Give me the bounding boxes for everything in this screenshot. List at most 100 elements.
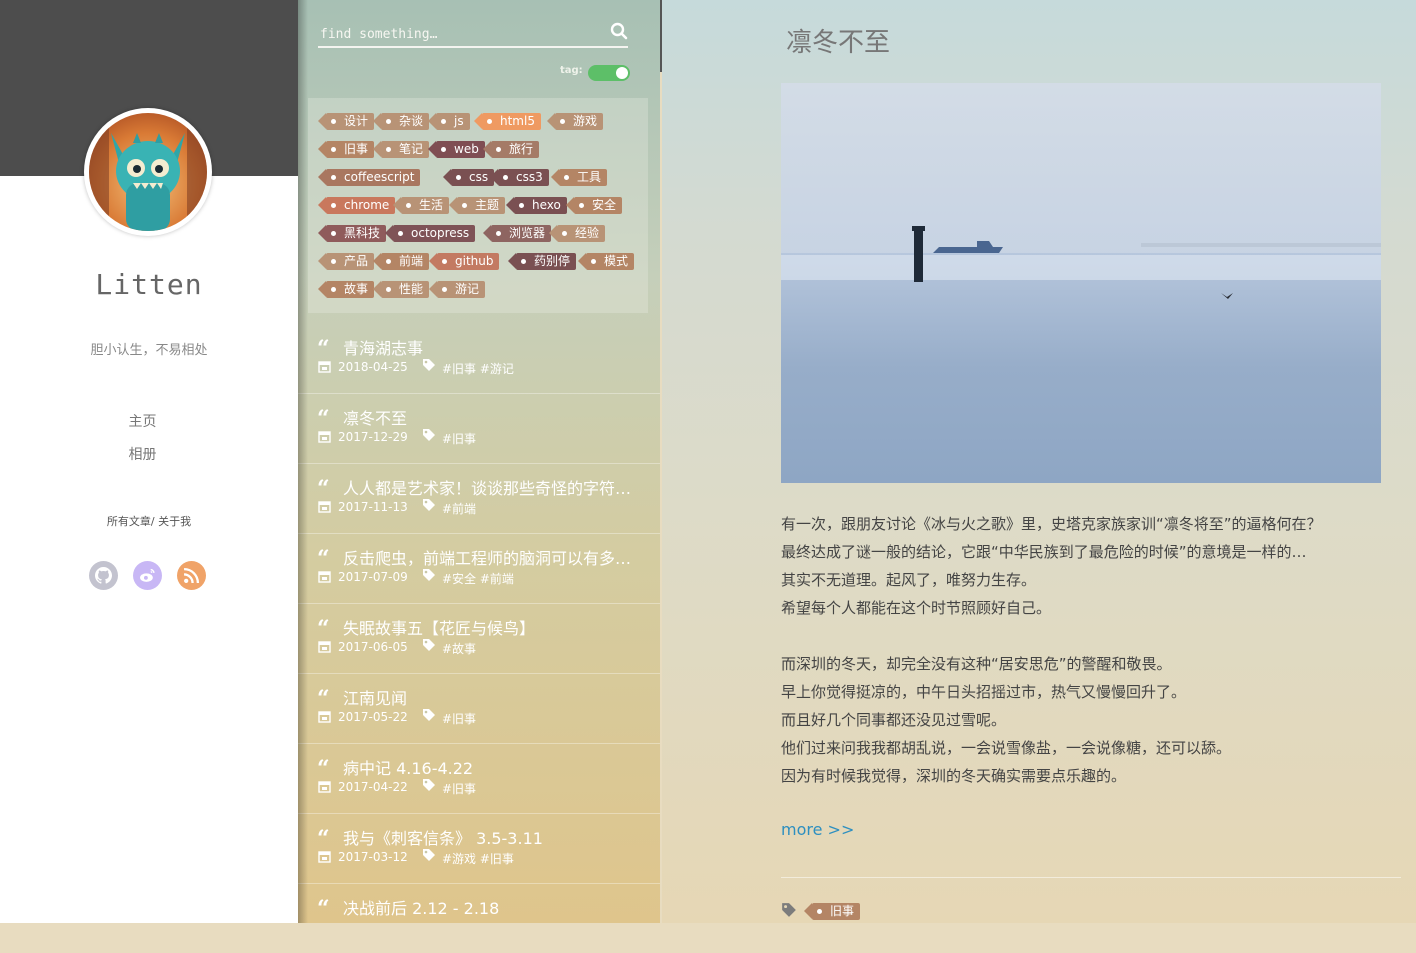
tag-chip[interactable]: 性能 bbox=[372, 281, 430, 298]
sidebar-shadow bbox=[298, 0, 308, 923]
tag-chip[interactable]: 故事 bbox=[317, 281, 375, 298]
all-posts-about-links[interactable]: 所有文章/ 关于我 bbox=[0, 513, 298, 529]
tag-icon bbox=[423, 639, 435, 651]
post-list-panel: tag: 设计 杂谈 js html5 游戏 旧事 笔记 web 旅行 coff… bbox=[298, 0, 660, 923]
post-item[interactable]: “ 江南见闻 2017-05-22 #旧事 bbox=[298, 674, 660, 744]
post-tags[interactable]: #游戏 #旧事 bbox=[442, 850, 514, 867]
tag-chip[interactable]: html5 bbox=[474, 113, 541, 130]
tag-chip[interactable]: github bbox=[428, 253, 500, 270]
post-item[interactable]: “ 人人都是艺术家！谈谈那些奇怪的字符… 2017-11-13 #前端 bbox=[298, 464, 660, 534]
tag-chip[interactable]: 杂谈 bbox=[372, 113, 430, 130]
tag-chip[interactable]: 旅行 bbox=[482, 141, 540, 158]
tag-chip[interactable]: 生活 bbox=[392, 197, 450, 214]
post-tags[interactable]: #旧事 bbox=[442, 710, 476, 727]
post-date: 2017-03-12 bbox=[338, 850, 408, 864]
tag-chip[interactable]: 浏览器 bbox=[482, 225, 552, 242]
tag-chip[interactable]: 药别停 bbox=[507, 253, 577, 270]
post-tags[interactable]: #前端 bbox=[442, 500, 476, 517]
post-item[interactable]: “ 凛冬不至 2017-12-29 #旧事 bbox=[298, 394, 660, 464]
tag-chip[interactable]: 主题 bbox=[448, 197, 506, 214]
tag-icon bbox=[423, 779, 435, 791]
tag-chip[interactable]: web bbox=[428, 141, 485, 158]
read-more-link[interactable]: more >> bbox=[781, 820, 854, 839]
tag-chip[interactable]: 模式 bbox=[577, 253, 635, 270]
tag-toggle-label: tag: bbox=[560, 65, 583, 76]
article-line: 早上你觉得挺凉的，中午日头招摇过市，热气又慢慢回升了。 bbox=[781, 683, 1187, 701]
post-tags[interactable]: #故事 bbox=[442, 640, 476, 657]
calendar-icon bbox=[318, 711, 331, 723]
article-line: 他们过来问我我都胡乱说，一会说雪像盐，一会说像糖，还可以舔。 bbox=[781, 739, 1232, 757]
tag-icon bbox=[423, 849, 435, 861]
article-tag-chip[interactable]: 旧事 bbox=[803, 903, 861, 920]
post-title[interactable]: 凛冬不至 bbox=[343, 405, 635, 429]
quote-icon: “ bbox=[317, 896, 330, 922]
avatar[interactable] bbox=[84, 108, 212, 236]
quote-icon: “ bbox=[317, 686, 330, 712]
quote-icon: “ bbox=[317, 616, 330, 642]
quote-icon: “ bbox=[317, 406, 330, 432]
post-title[interactable]: 江南见闻 bbox=[343, 685, 635, 709]
tag-chip[interactable]: octopress bbox=[384, 225, 476, 242]
nav-home[interactable]: 主页 bbox=[0, 411, 285, 431]
post-item[interactable]: “ 失眠故事五【花匠与候鸟】 2017-06-05 #故事 bbox=[298, 604, 660, 674]
post-title[interactable]: 失眠故事五【花匠与候鸟】 bbox=[343, 615, 635, 639]
calendar-icon bbox=[318, 851, 331, 863]
tag-chip[interactable]: 游记 bbox=[428, 281, 486, 298]
article-line: 有一次，跟朋友讨论《冰与火之歌》里，史塔克家族家训“凛冬将至”的逼格何在？ bbox=[781, 515, 1322, 533]
profile-name: Litten bbox=[95, 268, 203, 301]
post-item[interactable]: “ 病中记 4.16-4.22 2017-04-22 #旧事 bbox=[298, 744, 660, 814]
divider bbox=[781, 877, 1401, 878]
post-tags[interactable]: #旧事 bbox=[442, 430, 476, 447]
article-line: 最终达成了谜一般的结论，它跟“中华民族到了最危险的时候”的意境是一样的… bbox=[781, 543, 1307, 561]
github-icon[interactable] bbox=[89, 561, 118, 590]
article-cover-image[interactable] bbox=[781, 83, 1381, 483]
post-title[interactable]: 决战前后 2.12 - 2.18 bbox=[343, 895, 635, 919]
nav-album[interactable]: 相册 bbox=[0, 444, 285, 464]
post-item[interactable]: “ 青海湖志事 2018-04-25 #旧事 #游记 bbox=[298, 324, 660, 394]
tag-chip[interactable]: 笔记 bbox=[372, 141, 430, 158]
post-title[interactable]: 青海湖志事 bbox=[343, 335, 635, 359]
post-item[interactable]: “ 反击爬虫，前端工程师的脑洞可以有多… 2017-07-09 #安全 #前端 bbox=[298, 534, 660, 604]
article-title[interactable]: 凛冬不至 bbox=[786, 22, 890, 59]
tag-chip[interactable]: css3 bbox=[490, 169, 549, 186]
tag-chip[interactable]: js bbox=[428, 113, 470, 130]
post-tags[interactable]: #安全 #前端 bbox=[442, 570, 514, 587]
post-item[interactable]: “ 我与《刺客信条》 3.5-3.11 2017-03-12 #游戏 #旧事 bbox=[298, 814, 660, 884]
tag-chip[interactable]: css bbox=[442, 169, 495, 186]
tag-chip[interactable]: 工具 bbox=[550, 169, 608, 186]
post-date: 2018-04-25 bbox=[338, 360, 408, 374]
quote-icon: “ bbox=[317, 756, 330, 782]
profile-sidebar: Litten 胆小认生，不易相处 主页 相册 所有文章/ 关于我 bbox=[0, 0, 298, 923]
post-tags[interactable]: #旧事 #游记 bbox=[442, 360, 514, 377]
search-input[interactable] bbox=[318, 22, 602, 46]
post-date: 2017-11-13 bbox=[338, 500, 408, 514]
post-title[interactable]: 人人都是艺术家！谈谈那些奇怪的字符… bbox=[343, 475, 635, 499]
tag-chip[interactable]: hexo bbox=[506, 197, 567, 214]
quote-icon: “ bbox=[317, 546, 330, 572]
search-icon[interactable] bbox=[610, 22, 628, 44]
tag-chip[interactable]: 设计 bbox=[317, 113, 375, 130]
article-panel: 凛冬不至 有一次，跟朋友讨论《冰与火之歌》里，史塔克家族家训“凛冬将至”的逼格何… bbox=[662, 0, 1416, 923]
tag-chip[interactable]: 前端 bbox=[372, 253, 430, 270]
tag-chip[interactable]: 黑科技 bbox=[317, 225, 387, 242]
article-line: 而且好几个同事都还没见过雪呢。 bbox=[781, 711, 1007, 729]
tag-chip[interactable]: 安全 bbox=[565, 197, 623, 214]
tag-cloud: 设计 杂谈 js html5 游戏 旧事 笔记 web 旅行 coffeescr… bbox=[308, 98, 648, 313]
tag-chip[interactable]: 经验 bbox=[548, 225, 606, 242]
post-title[interactable]: 反击爬虫，前端工程师的脑洞可以有多… bbox=[343, 545, 635, 569]
post-title[interactable]: 病中记 4.16-4.22 bbox=[343, 755, 635, 779]
tag-chip[interactable]: 产品 bbox=[317, 253, 375, 270]
rss-icon[interactable] bbox=[177, 561, 206, 590]
post-item[interactable]: “ 决战前后 2.12 - 2.18 bbox=[298, 884, 660, 953]
weibo-icon[interactable] bbox=[133, 561, 162, 590]
tag-toggle-switch[interactable] bbox=[588, 65, 630, 81]
post-title[interactable]: 我与《刺客信条》 3.5-3.11 bbox=[343, 825, 635, 849]
tag-icon bbox=[423, 429, 435, 441]
calendar-icon bbox=[318, 361, 331, 373]
tag-icon bbox=[782, 903, 796, 917]
tag-chip[interactable]: 游戏 bbox=[546, 113, 604, 130]
tag-chip[interactable]: chrome bbox=[317, 197, 396, 214]
tag-chip[interactable]: 旧事 bbox=[317, 141, 375, 158]
post-tags[interactable]: #旧事 bbox=[442, 780, 476, 797]
tag-chip[interactable]: coffeescript bbox=[317, 169, 421, 186]
